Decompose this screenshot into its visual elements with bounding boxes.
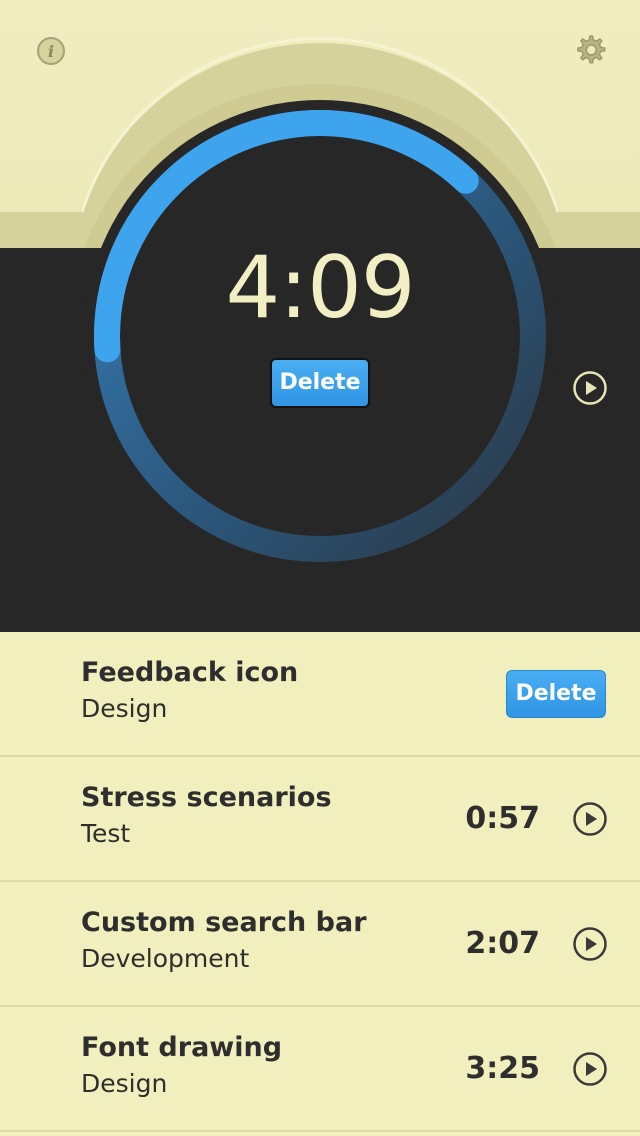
list-item[interactable]: Stress scenarios Test 0:57 bbox=[0, 757, 640, 882]
delete-button[interactable]: Delete bbox=[270, 358, 370, 408]
task-category: Design bbox=[81, 1069, 168, 1098]
list-item[interactable]: Font drawing Design 3:25 bbox=[0, 1007, 640, 1132]
list-item[interactable]: Custom search bar Development 2:07 bbox=[0, 882, 640, 1007]
delete-row-button[interactable]: Delete bbox=[506, 670, 606, 718]
play-icon[interactable] bbox=[572, 801, 608, 837]
task-title: Font drawing bbox=[81, 1032, 283, 1063]
task-title: Feedback icon bbox=[81, 657, 299, 688]
task-category: Design bbox=[81, 694, 168, 723]
task-category: Test bbox=[81, 819, 131, 848]
task-time: 0:57 bbox=[465, 801, 540, 836]
task-category: Development bbox=[81, 944, 250, 973]
task-time: 2:07 bbox=[465, 926, 540, 961]
task-title: Stress scenarios bbox=[81, 782, 332, 813]
info-icon[interactable]: i bbox=[36, 36, 66, 66]
play-icon[interactable] bbox=[572, 926, 608, 962]
play-icon[interactable] bbox=[572, 1051, 608, 1087]
timer-display: 4:09 bbox=[225, 238, 415, 338]
task-title: Custom search bar bbox=[81, 907, 367, 938]
svg-text:i: i bbox=[48, 42, 54, 61]
gear-icon[interactable] bbox=[573, 33, 607, 67]
play-icon[interactable] bbox=[572, 370, 608, 406]
task-time: 3:25 bbox=[465, 1051, 540, 1086]
